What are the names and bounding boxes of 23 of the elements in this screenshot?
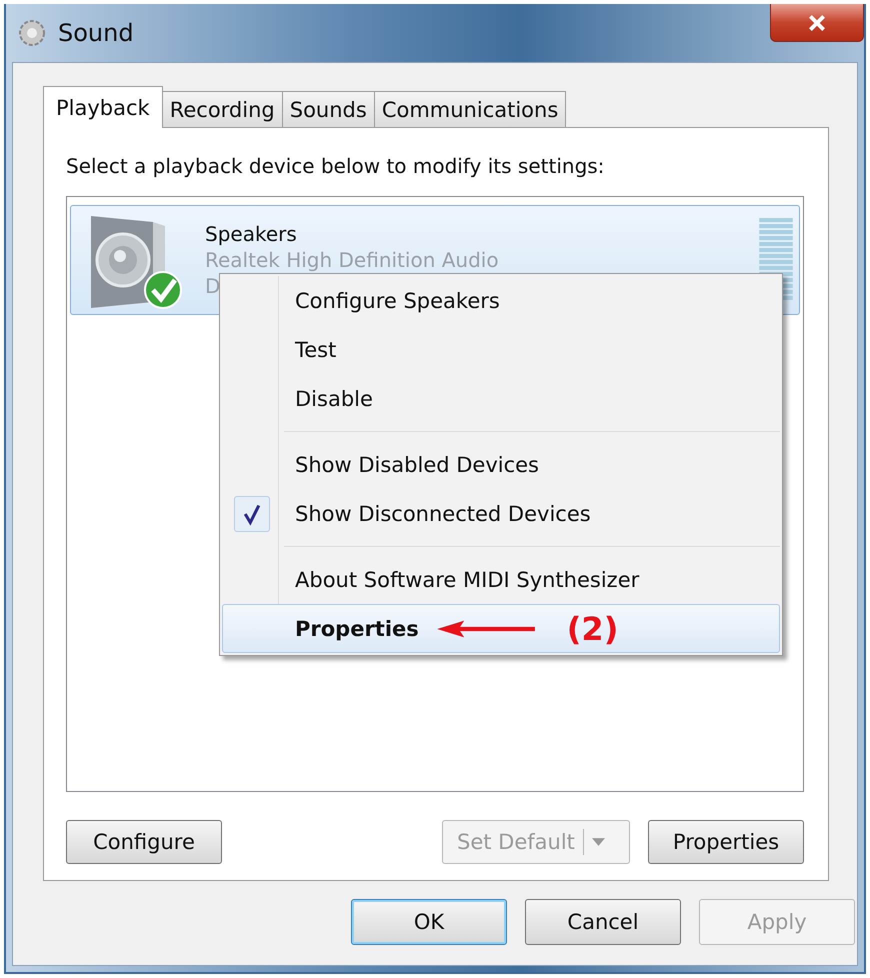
menu-item[interactable]: Properties (2) [222, 604, 780, 653]
menu-item[interactable]: Test [222, 325, 780, 374]
menu-item[interactable]: Disable [222, 374, 780, 423]
tab[interactable]: Recording [162, 91, 283, 127]
menu-item[interactable]: Show Disabled Devices [222, 440, 780, 489]
menu-item[interactable]: Show Disconnected Devices [222, 489, 780, 538]
annotation-label: (2) [566, 610, 618, 648]
instruction-text: Select a playback device below to modify its settings: [66, 154, 606, 178]
dialog-button[interactable]: Cancel [525, 899, 681, 945]
device-driver: Realtek High Definition Audio [205, 247, 499, 273]
speaker-gear-icon [16, 17, 48, 49]
panel-button[interactable]: Properties [648, 820, 804, 864]
menu-item[interactable]: About Software MIDI Synthesizer [222, 555, 780, 604]
window-title: Sound [58, 19, 134, 47]
device-name: Speakers [205, 221, 298, 247]
tab[interactable]: Communications [374, 91, 566, 127]
tab[interactable]: Playback [43, 86, 163, 128]
close-button[interactable] [770, 4, 864, 42]
panel-button[interactable]: Configure [66, 820, 222, 864]
caret-icon [592, 838, 605, 846]
dialog-button[interactable]: OK [351, 899, 507, 945]
device-status: D [205, 273, 220, 299]
tab[interactable]: Sounds [282, 91, 375, 127]
